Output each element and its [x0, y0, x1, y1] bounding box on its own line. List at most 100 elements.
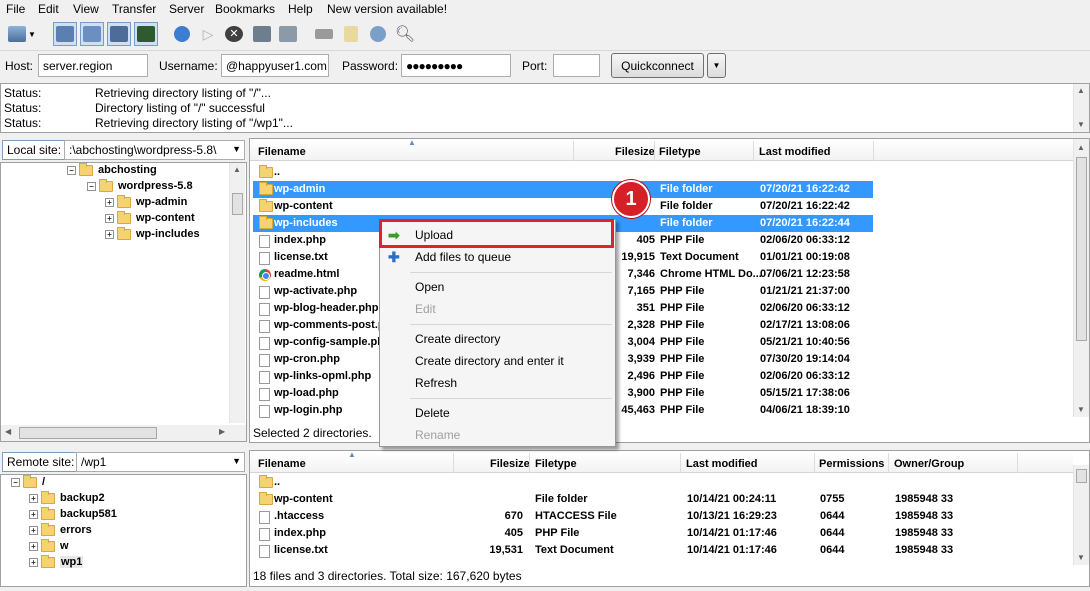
expand-icon[interactable]: + [105, 229, 114, 239]
col-owner-group[interactable]: Owner/Group [894, 458, 964, 470]
table-row[interactable]: wp-login.php 45,463 PHP File 04/06/21 18:39… [253, 402, 1071, 419]
expand-icon[interactable]: + [105, 213, 114, 223]
port-input[interactable] [553, 54, 600, 77]
col-filetype[interactable]: Filetype [535, 458, 577, 470]
tree-node-wp-includes[interactable]: + wp-includes [105, 226, 200, 240]
col-last-modified[interactable]: Last modified [759, 146, 831, 158]
col-permissions[interactable]: Permissions [819, 458, 884, 470]
host-input[interactable] [38, 54, 148, 77]
menu-edit[interactable]: Edit [38, 2, 59, 16]
tree-node-wp-admin[interactable]: + wp-admin [105, 194, 187, 208]
col-filename[interactable]: Filename [258, 458, 306, 470]
expand-icon[interactable]: + [105, 197, 114, 207]
table-row[interactable]: .. [253, 474, 1071, 491]
col-filetype[interactable]: Filetype [659, 146, 701, 158]
new-version-link[interactable]: New version available! [327, 2, 447, 16]
table-row[interactable]: wp-content File folder 07/20/21 16:22:42 [253, 198, 1071, 215]
scroll-up-icon[interactable]: ▲ [1077, 86, 1085, 95]
scroll-right-icon[interactable]: ▶ [219, 427, 225, 436]
compare-icon[interactable] [339, 22, 363, 46]
col-filesize[interactable]: Filesize [490, 458, 530, 470]
quickconnect-dropdown[interactable]: ▼ [707, 53, 726, 78]
table-row[interactable]: wp-blog-header.php 351 PHP File 02/06/20 06… [253, 300, 1071, 317]
tree-node-wp-content[interactable]: + wp-content [105, 210, 195, 224]
scroll-thumb[interactable] [1076, 469, 1087, 483]
col-filename[interactable]: Filename [258, 146, 306, 158]
menu-item-open[interactable]: Open [415, 280, 444, 294]
tree-node-wp1[interactable]: + wp1 [29, 554, 84, 568]
tree-node-wordpress[interactable]: − wordpress-5.8 [87, 178, 193, 192]
expand-icon[interactable]: + [29, 557, 38, 567]
toggle-local-tree-icon[interactable] [80, 22, 104, 46]
chevron-down-icon[interactable]: ▼ [232, 456, 241, 466]
refresh-icon[interactable] [170, 22, 194, 46]
table-row[interactable]: wp-comments-post.php 2,328 PHP File 02/17/2… [253, 317, 1071, 334]
table-row[interactable]: wp-content File folder 10/14/21 00:24:11 07… [253, 491, 1071, 508]
menu-item-delete[interactable]: Delete [415, 406, 450, 420]
table-row[interactable]: wp-activate.php 7,165 PHP File 01/21/21 21:… [253, 283, 1071, 300]
menu-item-refresh[interactable]: Refresh [415, 376, 457, 390]
tree-node-errors[interactable]: + errors [29, 522, 92, 536]
local-file-scrollbar[interactable]: ▲ ▼ [1073, 139, 1089, 417]
menu-item-add-to-queue[interactable]: Add files to queue [415, 250, 511, 264]
scroll-thumb[interactable] [1076, 157, 1087, 341]
tree-node-backup581[interactable]: + backup581 [29, 506, 117, 520]
table-row[interactable]: license.txt 19,531 Text Document 10/14/21 0… [253, 542, 1071, 559]
col-filesize[interactable]: Filesize [615, 146, 655, 158]
menu-bookmarks[interactable]: Bookmarks [215, 2, 275, 16]
remote-path-combo[interactable]: /wp1 ▼ [76, 452, 245, 472]
table-row[interactable]: readme.html 7,346 Chrome HTML Do... 07/06/2… [253, 266, 1071, 283]
tree-node-abchosting[interactable]: − abchosting [67, 163, 157, 176]
table-row[interactable]: .htaccess 670 HTACCESS File 10/13/21 16:29:… [253, 508, 1071, 525]
menu-help[interactable]: Help [288, 2, 313, 16]
menu-item-create-directory[interactable]: Create directory [415, 332, 500, 346]
scroll-down-icon[interactable]: ▼ [1077, 553, 1085, 562]
expand-icon[interactable]: + [29, 509, 38, 519]
table-row[interactable]: wp-admin File folder 07/20/21 16:22:42 [253, 181, 873, 198]
collapse-icon[interactable]: − [67, 165, 76, 175]
table-row[interactable]: wp-config-sample.php 3,004 PHP File 05/21/2… [253, 334, 1071, 351]
menu-transfer[interactable]: Transfer [112, 2, 156, 16]
local-tree-scrollbar[interactable]: ▲ [229, 163, 245, 423]
collapse-icon[interactable]: − [11, 477, 20, 487]
filter-icon[interactable] [312, 22, 336, 46]
site-manager-icon[interactable]: ▼ [4, 22, 40, 46]
scroll-up-icon[interactable]: ▲ [1077, 143, 1085, 152]
expand-icon[interactable]: + [29, 493, 38, 503]
table-row[interactable]: wp-links-opml.php 2,496 PHP File 02/06/20 0… [253, 368, 1071, 385]
toggle-queue-icon[interactable] [134, 22, 158, 46]
table-row[interactable]: index.php 405 PHP File 02/06/20 06:33:12 [253, 232, 1071, 249]
password-input[interactable] [401, 54, 511, 77]
chevron-down-icon[interactable]: ▼ [232, 144, 241, 154]
reconnect-icon[interactable] [276, 22, 300, 46]
quickconnect-button[interactable]: Quickconnect [611, 53, 704, 78]
remote-file-scrollbar[interactable]: ▼ [1073, 465, 1089, 565]
search-icon[interactable]: 🔍︎ [393, 22, 417, 46]
disconnect-icon[interactable] [250, 22, 274, 46]
table-row[interactable]: index.php 405 PHP File 10/14/21 01:17:46 064… [253, 525, 1071, 542]
log-scrollbar[interactable]: ▲ ▼ [1073, 84, 1089, 132]
sync-browse-icon[interactable] [366, 22, 390, 46]
scroll-thumb[interactable] [232, 193, 243, 215]
col-last-modified[interactable]: Last modified [686, 458, 758, 470]
expand-icon[interactable]: + [29, 525, 38, 535]
tree-node-w[interactable]: + w [29, 538, 69, 552]
menu-server[interactable]: Server [169, 2, 204, 16]
scroll-left-icon[interactable]: ◀ [5, 427, 11, 436]
table-row[interactable]: wp-load.php 3,900 PHP File 05/15/21 17:38:0… [253, 385, 1071, 402]
scroll-thumb[interactable] [19, 427, 157, 439]
local-path-combo[interactable]: :\abchosting\wordpress-5.8\ ▼ [64, 140, 245, 160]
toggle-log-icon[interactable] [53, 22, 77, 46]
menu-item-create-directory-enter[interactable]: Create directory and enter it [415, 354, 564, 368]
tree-node-backup2[interactable]: + backup2 [29, 490, 105, 504]
table-row[interactable]: license.txt 19,915 Text Document 01/01/21 0… [253, 249, 1071, 266]
username-input[interactable] [221, 54, 329, 77]
toggle-remote-tree-icon[interactable] [107, 22, 131, 46]
menu-file[interactable]: File [6, 2, 25, 16]
scroll-down-icon[interactable]: ▼ [1077, 120, 1085, 129]
process-queue-icon[interactable]: ▷ [196, 22, 220, 46]
table-row[interactable]: wp-cron.php 3,939 PHP File 07/30/20 19:14:0… [253, 351, 1071, 368]
local-tree-hscrollbar[interactable]: ◀ ▶ [1, 425, 246, 441]
table-row[interactable]: .. [253, 164, 1071, 181]
scroll-up-icon[interactable]: ▲ [233, 165, 241, 174]
